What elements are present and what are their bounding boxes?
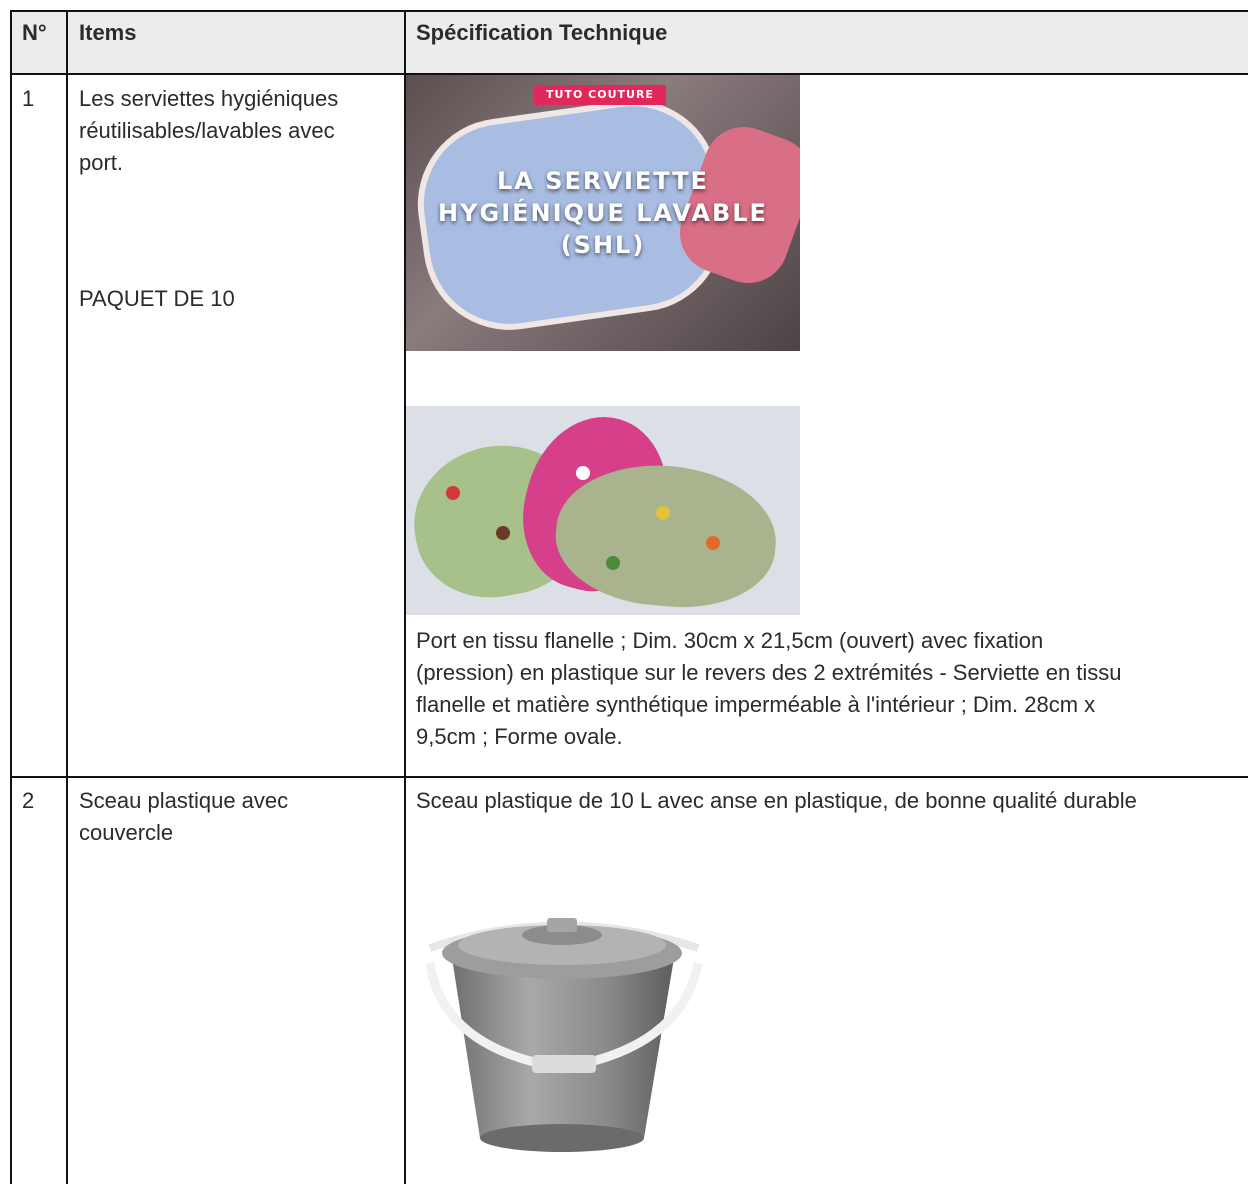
header-spec: Spécification Technique: [416, 20, 668, 45]
row-spec: Sceau plastique de 10 L avec anse en pla…: [416, 785, 1137, 817]
spec-table: N° Items Spécification Technique 1 Les s…: [0, 0, 1248, 1184]
colourful-pads-image: [406, 406, 800, 615]
image-title: LA SERVIETTE HYGIÉNIQUE LAVABLE (SHL): [406, 165, 800, 261]
item-line: couvercle: [79, 820, 174, 845]
header-number: N°: [22, 20, 47, 45]
bucket-image: [412, 863, 716, 1163]
print-dot: [606, 556, 620, 570]
spec-line: 9,5cm ; Forme ovale.: [416, 724, 623, 749]
row-number: 1: [22, 86, 35, 111]
spec-line: Sceau plastique de 10 L avec anse en pla…: [416, 788, 1137, 813]
reusable-pad-image: TUTO COUTURE LA SERVIETTE HYGIÉNIQUE LAV…: [406, 75, 800, 351]
bucket-illustration: [425, 918, 703, 1152]
spec-line: flanelle et matière synthétique imperméa…: [416, 692, 1096, 717]
item-line: port.: [79, 150, 124, 175]
row-item: Les serviettes hygiéniques réutilisables…: [79, 83, 338, 179]
item-line: Sceau plastique avec: [79, 788, 289, 813]
row-spec: Port en tissu flanelle ; Dim. 30cm x 21,…: [416, 625, 1122, 753]
image-title-line: HYGIÉNIQUE LAVABLE: [438, 199, 768, 227]
image-title-line: (SHL): [560, 231, 646, 259]
row-item: Sceau plastique avec couvercle: [79, 785, 288, 849]
print-dot: [496, 526, 510, 540]
image-tag: TUTO COUTURE: [534, 85, 666, 105]
spec-line: (pression) en plastique sur le revers de…: [416, 660, 1122, 685]
grid-line: [10, 776, 1248, 778]
header-items: Items: [79, 20, 137, 45]
print-dot: [446, 486, 460, 500]
item-line: Les serviettes hygiéniques: [79, 86, 339, 111]
item-quantity: PAQUET DE 10: [79, 286, 235, 311]
item-line: réutilisables/lavables avec: [79, 118, 335, 143]
print-dot: [576, 466, 590, 480]
print-dot: [656, 506, 670, 520]
spec-line: Port en tissu flanelle ; Dim. 30cm x 21,…: [416, 628, 1044, 653]
grid-line: [66, 10, 68, 1184]
grid-line: [10, 10, 1248, 12]
grid-line: [10, 10, 12, 1184]
image-title-line: LA SERVIETTE: [497, 167, 709, 195]
print-dot: [706, 536, 720, 550]
row-number: 2: [22, 788, 35, 813]
